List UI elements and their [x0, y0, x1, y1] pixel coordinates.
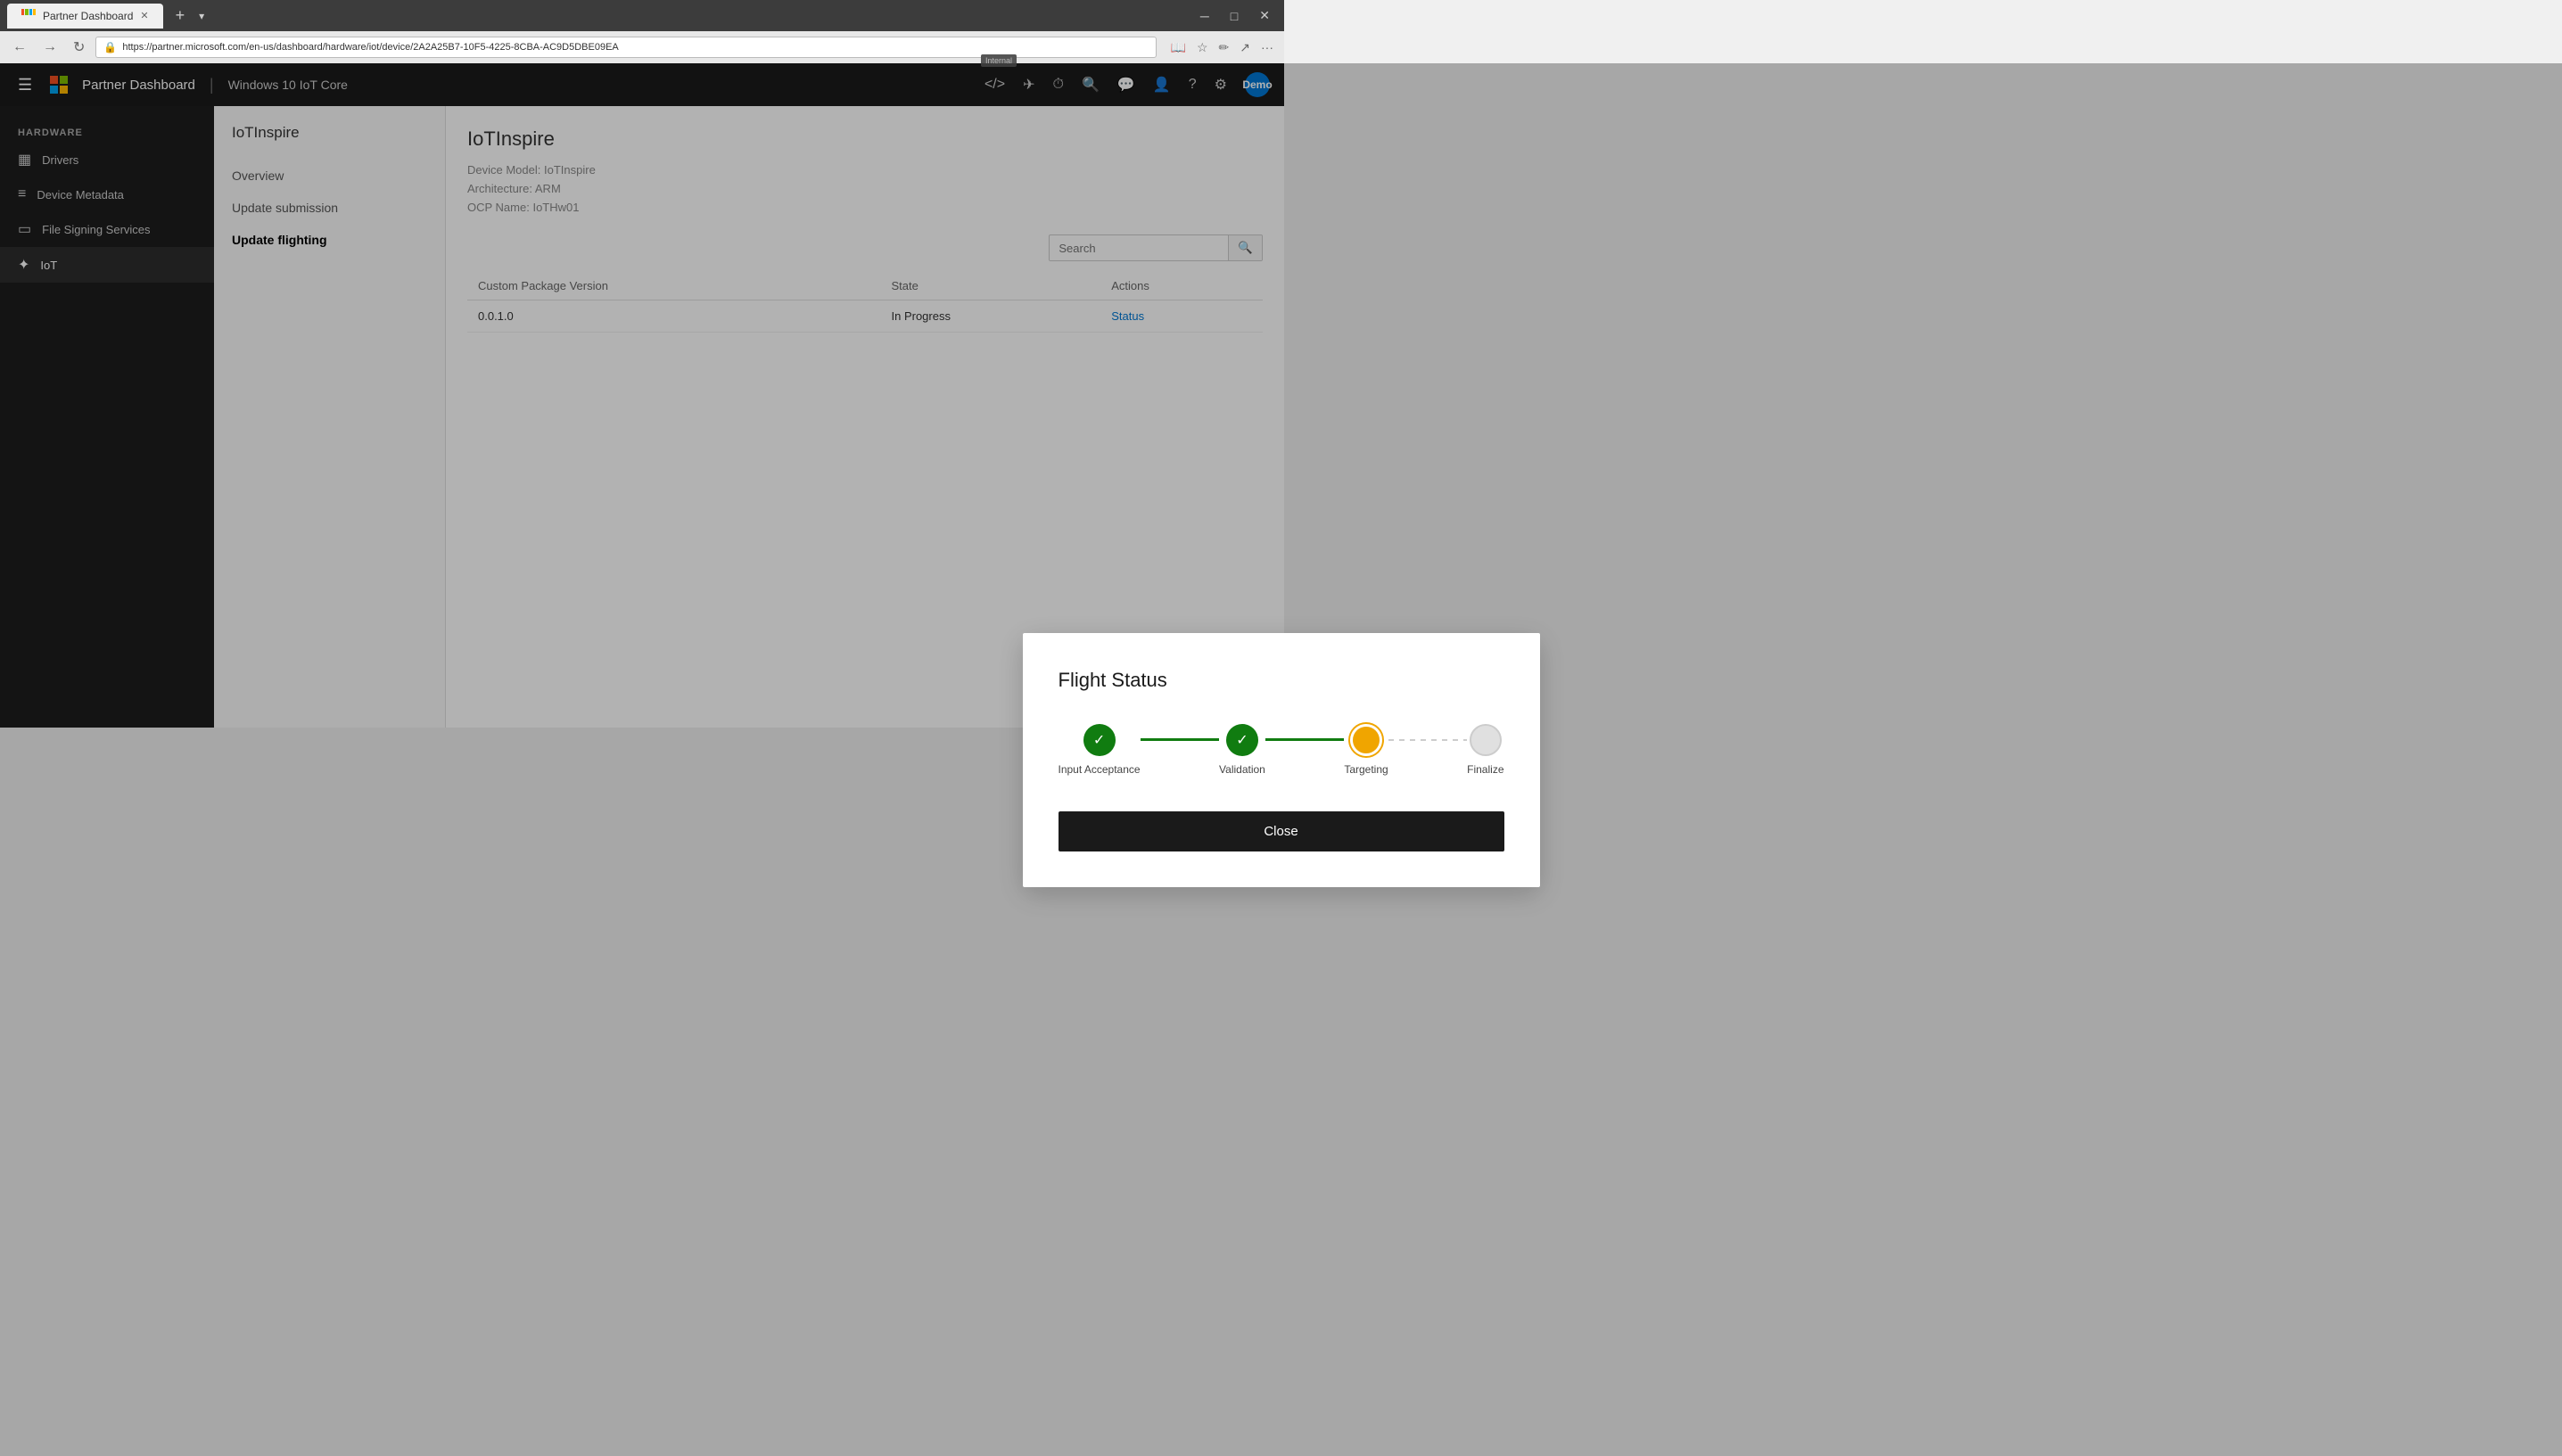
new-tab-button[interactable]: + — [170, 6, 191, 25]
step-circle-targeting — [1350, 724, 1382, 756]
modal-close-button[interactable]: Close — [1059, 811, 1504, 851]
maximize-button[interactable]: □ — [1223, 5, 1245, 27]
connector-1-2 — [1141, 738, 1219, 741]
step-circle-validation: ✓ — [1226, 724, 1258, 756]
connector-2-3 — [1265, 738, 1344, 741]
step-targeting: Targeting — [1344, 724, 1388, 776]
tab-close-button[interactable]: ✕ — [140, 10, 148, 21]
step-label-validation: Validation — [1219, 763, 1265, 776]
url-text: https://partner.microsoft.com/en-us/dash… — [122, 42, 1148, 53]
annotate-icon[interactable]: ✏ — [1215, 37, 1233, 59]
browser-tab[interactable]: Partner Dashboard ✕ — [7, 4, 163, 29]
step-label-targeting: Targeting — [1344, 763, 1388, 776]
step-label-input-acceptance: Input Acceptance — [1059, 763, 1141, 776]
browser-controls: ← → ↻ 🔒 https://partner.microsoft.com/en… — [0, 31, 1284, 63]
step-circle-input-acceptance: ✓ — [1083, 724, 1116, 756]
modal-overlay: Flight Status ✓ Input Acceptance ✓ Valid… — [0, 63, 2562, 1456]
tab-chevron-icon: ▾ — [199, 10, 204, 22]
browser-chrome: Partner Dashboard ✕ + ▾ ─ □ ✕ — [0, 0, 1284, 31]
reader-icon[interactable]: 📖 — [1167, 37, 1190, 59]
back-button[interactable]: ← — [7, 36, 32, 59]
close-window-button[interactable]: ✕ — [1252, 4, 1277, 27]
share-icon[interactable]: ↗ — [1236, 37, 1254, 59]
more-icon[interactable]: ··· — [1257, 37, 1277, 59]
connector-3-4 — [1388, 739, 1467, 741]
step-label-finalize: Finalize — [1467, 763, 1503, 776]
step-finalize: Finalize — [1467, 724, 1503, 776]
steps-container: ✓ Input Acceptance ✓ Validation Targetin… — [1059, 724, 1504, 776]
bookmark-icon[interactable]: ☆ — [1193, 37, 1212, 59]
flight-status-modal: Flight Status ✓ Input Acceptance ✓ Valid… — [1023, 633, 1540, 887]
minimize-button[interactable]: ─ — [1193, 5, 1216, 27]
modal-title: Flight Status — [1059, 669, 1504, 692]
step-circle-finalize — [1470, 724, 1502, 756]
step-validation: ✓ Validation — [1219, 724, 1265, 776]
step-input-acceptance: ✓ Input Acceptance — [1059, 724, 1141, 776]
forward-button[interactable]: → — [37, 36, 62, 59]
browser-action-icons: 📖 ☆ ✏ ↗ ··· — [1167, 37, 1277, 59]
ms-logo-icon — [21, 9, 36, 23]
refresh-button[interactable]: ↻ — [68, 35, 90, 60]
tab-title: Partner Dashboard — [43, 10, 133, 22]
